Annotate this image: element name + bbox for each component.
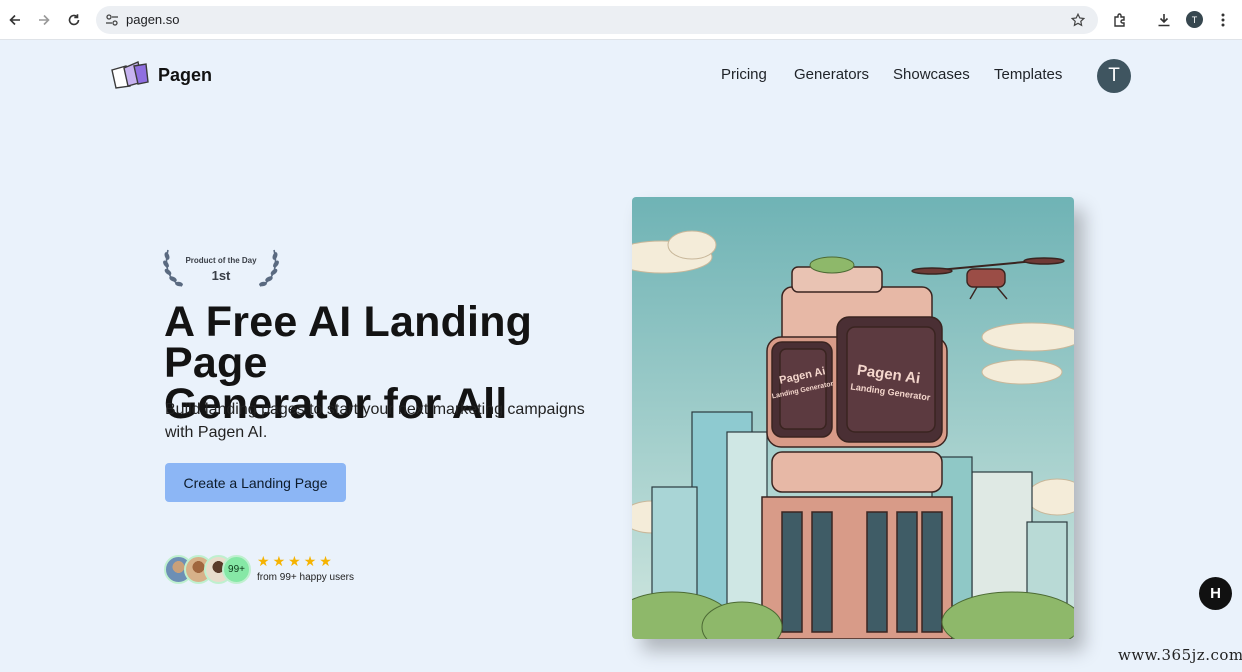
headline-line-1: A Free AI Landing Page xyxy=(164,298,533,387)
user-avatar[interactable]: T xyxy=(1097,59,1131,93)
browser-menu-icon[interactable] xyxy=(1211,8,1235,32)
reload-icon[interactable] xyxy=(62,8,86,32)
floating-help-button[interactable]: H xyxy=(1199,577,1232,610)
nav-generators[interactable]: Generators xyxy=(794,66,869,83)
hero-subtitle: Build landing pages to start your next m… xyxy=(165,401,585,441)
star-icon: ★ xyxy=(272,553,286,569)
browser-toolbar: pagen.so T xyxy=(0,0,1242,40)
nav-pricing[interactable]: Pricing xyxy=(721,66,767,83)
rating-stars: ★ ★ ★ ★ ★ xyxy=(257,554,332,568)
more-users-badge: 99+ xyxy=(222,555,251,584)
site-settings-icon[interactable] xyxy=(102,10,122,30)
star-icon: ★ xyxy=(288,553,301,569)
forward-icon[interactable] xyxy=(32,8,56,32)
star-icon: ★ xyxy=(257,553,270,569)
laurel-right-icon xyxy=(259,249,279,287)
nav-templates[interactable]: Templates xyxy=(994,66,1062,83)
logo-text: Pagen xyxy=(158,64,213,85)
happy-users-text: from 99+ happy users xyxy=(257,572,354,583)
user-avatars-group: 99+ xyxy=(164,555,254,585)
create-landing-page-button[interactable]: Create a Landing Page xyxy=(165,463,346,502)
browser-profile-avatar[interactable]: T xyxy=(1186,11,1203,28)
floating-button-label: H xyxy=(1210,585,1221,602)
bookmark-star-icon[interactable] xyxy=(1068,10,1088,30)
nav-showcases[interactable]: Showcases xyxy=(893,66,970,83)
watermark-text: www.365jz.com xyxy=(1118,646,1242,664)
hero-illustration: Pagen Ai Landing Generator Pagen Ai Land… xyxy=(632,197,1074,639)
address-bar[interactable]: pagen.so xyxy=(96,6,1098,34)
extensions-icon[interactable] xyxy=(1108,8,1132,32)
site-logo[interactable]: Pagen xyxy=(110,60,212,90)
pagen-logo-icon xyxy=(111,61,149,89)
product-of-the-day-badge: Product of the Day 1st xyxy=(162,246,280,288)
download-icon[interactable] xyxy=(1152,8,1176,32)
star-icon: ★ xyxy=(303,553,317,569)
url-text[interactable]: pagen.so xyxy=(126,12,180,27)
back-icon[interactable] xyxy=(3,8,27,32)
star-icon: ★ xyxy=(319,553,332,569)
